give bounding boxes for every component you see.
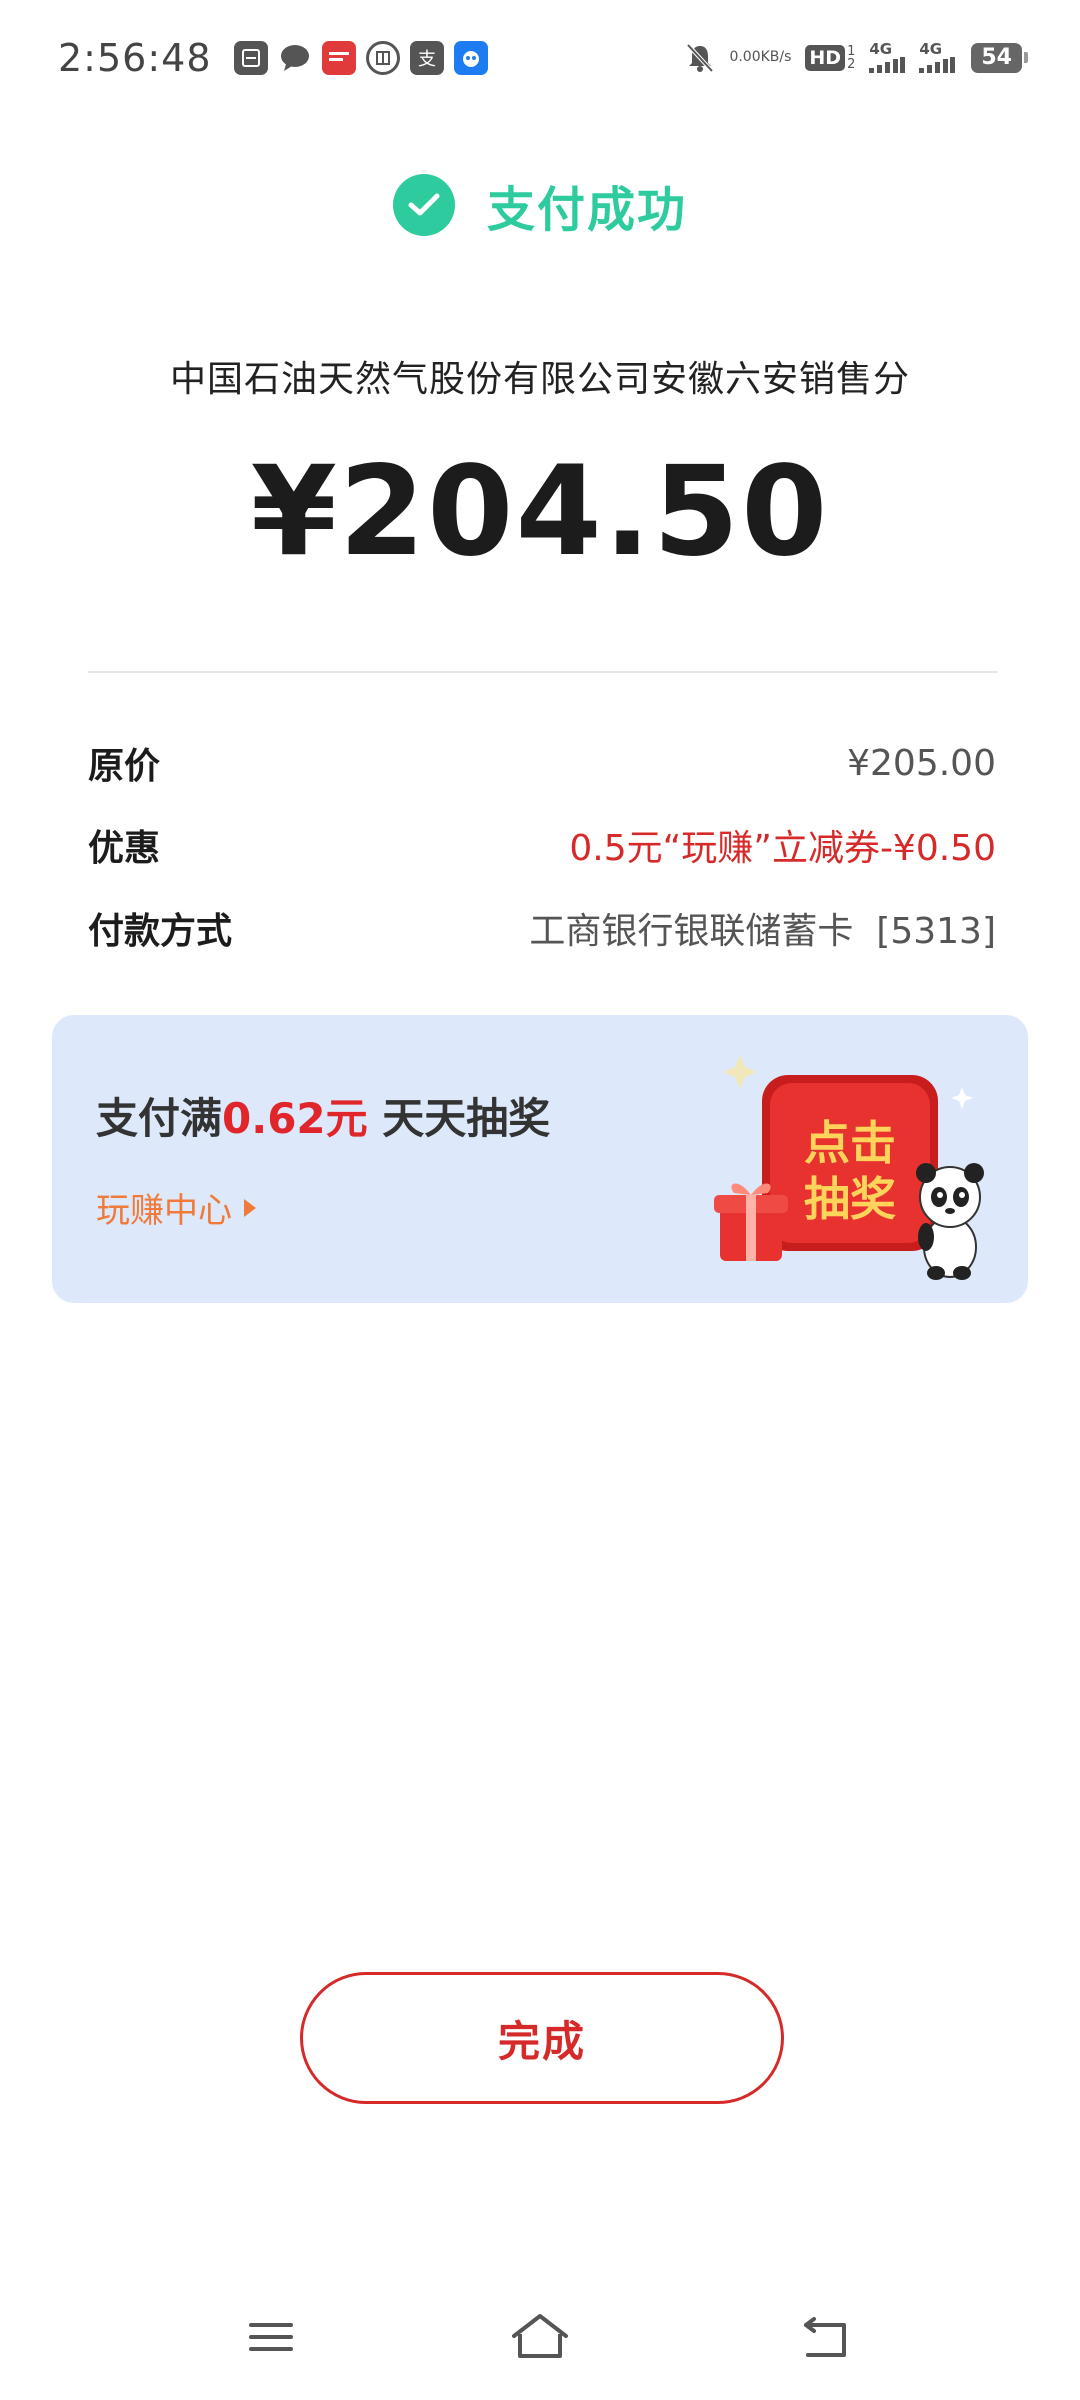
- status-time: 2:56:48: [58, 35, 212, 80]
- success-title: 支付成功: [486, 182, 687, 238]
- payment-amount: ¥204.50: [250, 440, 830, 584]
- svg-text:支: 支: [418, 49, 436, 70]
- net-speed: 0.00 KB/s: [729, 50, 791, 65]
- net-speed-value: 0.00: [729, 49, 761, 65]
- lottery-badge[interactable]: 点击 抽奖: [700, 1037, 1000, 1287]
- detail-value: 工商银行银联储蓄卡 [5313]: [529, 911, 996, 952]
- chat-bubble-icon: [278, 41, 312, 75]
- battery-indicator: 54: [971, 42, 1028, 73]
- home-icon[interactable]: [505, 2302, 575, 2372]
- divider: [88, 671, 998, 673]
- signal-1: 4G: [869, 40, 906, 73]
- system-nav-bar: [0, 2290, 1080, 2380]
- menu-icon[interactable]: [236, 2302, 306, 2372]
- net-speed-unit: KB/s: [760, 49, 792, 65]
- signal-2-label: 4G: [919, 40, 943, 58]
- mute-bell-icon: [685, 42, 715, 74]
- arrow-right-icon: [244, 1198, 256, 1217]
- promo-title-prefix: 支付满: [96, 1094, 223, 1143]
- signal-bars-icon: [869, 57, 906, 73]
- detail-label: 付款方式: [88, 911, 233, 952]
- detail-row-payment-method: 付款方式 工商银行银联储蓄卡 [5313]: [88, 898, 996, 958]
- badge-text-line1: 点击: [804, 1116, 896, 1170]
- detail-value: ¥205.00: [847, 742, 996, 784]
- hd-indicator: HD 1 2: [805, 43, 856, 72]
- detail-label: 原价: [88, 746, 161, 787]
- detail-row-discount: 优惠 0.5元“玩赚”立减券-¥0.50: [88, 815, 996, 875]
- app-icon: [453, 40, 488, 75]
- status-bar: 2:56:48 支 0.00 KB/s HD 1 2 4G 4G 54: [0, 0, 1080, 115]
- check-icon: [392, 174, 455, 236]
- promo-title: 支付满0.62元 天天抽奖: [96, 1085, 550, 1146]
- badge-text-line2: 抽奖: [804, 1172, 896, 1226]
- promo-link-label: 玩赚中心: [96, 1191, 232, 1231]
- detail-label: 优惠: [88, 828, 161, 869]
- news-icon: [321, 40, 356, 75]
- back-icon[interactable]: [790, 2302, 860, 2372]
- signal-bars-icon: [919, 57, 956, 73]
- done-button[interactable]: 完成: [300, 1972, 784, 2104]
- status-right: 0.00 KB/s HD 1 2 4G 4G 54: [671, 40, 1028, 74]
- bank-icon: [365, 40, 400, 75]
- scan-icon: [233, 40, 268, 75]
- detail-row-original-price: 原价 ¥205.00: [88, 733, 996, 793]
- sim-numbers: 1 2: [847, 43, 856, 72]
- play-earn-center-link[interactable]: 玩赚中心: [96, 1183, 256, 1232]
- detail-value: 0.5元“玩赚”立减券-¥0.50: [569, 828, 996, 869]
- notification-icons: 支: [233, 40, 498, 75]
- battery-level: 54: [971, 42, 1028, 73]
- hd-label: HD: [805, 44, 846, 71]
- signal-2: 4G: [919, 40, 956, 73]
- success-header: 支付成功: [0, 170, 1080, 240]
- promo-threshold: 0.62元: [222, 1094, 368, 1143]
- lottery-illustration: 点击 抽奖: [714, 1055, 984, 1280]
- promo-title-suffix: 天天抽奖: [367, 1094, 551, 1143]
- alipay-icon: 支: [409, 40, 444, 75]
- merchant-name: 中国石油天然气股份有限公司安徽六安销售分: [169, 359, 910, 400]
- signal-1-label: 4G: [869, 40, 893, 58]
- payment-success-screen: 2:56:48 支 0.00 KB/s HD 1 2 4G 4G 54 支付成功…: [0, 0, 1080, 2400]
- lottery-promo-card[interactable]: 支付满0.62元 天天抽奖 玩赚中心 点击 抽奖: [52, 1015, 1028, 1303]
